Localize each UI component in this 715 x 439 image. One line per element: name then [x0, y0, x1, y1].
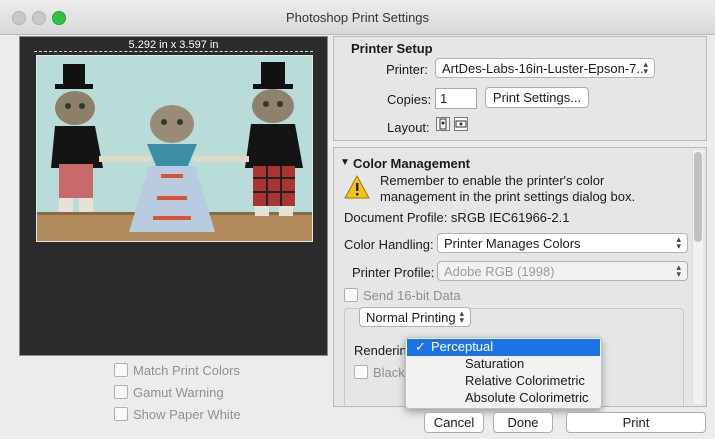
updown-arrows-icon: ▴ ▾ — [676, 262, 681, 279]
preview-image — [36, 55, 313, 242]
updown-arrows-icon: ▴ ▾ — [459, 308, 464, 325]
color-management-heading: Color Management — [353, 156, 471, 171]
updown-arrows-icon: ▴ ▾ — [643, 59, 648, 76]
menu-item-absolute-colorimetric[interactable]: Absolute Colorimetric — [407, 390, 600, 407]
landscape-layout-icon[interactable] — [454, 117, 468, 131]
checkmark-icon: ✓ — [415, 339, 426, 354]
paper-edge-marker — [34, 51, 313, 52]
done-button[interactable]: Done — [493, 412, 553, 433]
printer-select-value: ArtDes-Labs-16in-Luster-Epson-7... — [442, 61, 648, 76]
gamut-warning-checkbox[interactable]: Gamut Warning — [114, 385, 224, 400]
printer-profile-value: Adobe RGB (1998) — [444, 264, 555, 279]
print-preview: 5.292 in x 3.597 in — [19, 36, 328, 356]
printer-profile-select: Adobe RGB (1998) ▴ ▾ — [437, 261, 688, 281]
menu-item-label: Perceptual — [431, 339, 494, 354]
printer-profile-label: Printer Profile: — [352, 265, 435, 280]
color-management-scrollbar[interactable] — [692, 150, 703, 404]
disclosure-triangle-icon[interactable]: ▼ — [340, 157, 350, 168]
portrait-layout-icon[interactable] — [436, 117, 450, 131]
print-button[interactable]: Print — [566, 412, 706, 433]
match-print-colors-label: Match Print Colors — [133, 363, 240, 378]
checkbox-box[interactable] — [114, 363, 128, 377]
printer-setup-panel: Printer Setup Printer: ArtDes-Labs-16in-… — [333, 36, 707, 141]
match-print-colors-checkbox[interactable]: Match Print Colors — [114, 363, 240, 378]
send-16bit-checkbox: Send 16-bit Data — [344, 288, 461, 303]
rendering-intent-menu[interactable]: ✓ Perceptual Saturation Relative Colorim… — [405, 337, 602, 409]
show-paper-white-label: Show Paper White — [133, 407, 241, 422]
layout-label: Layout: — [387, 120, 430, 135]
cancel-button[interactable]: Cancel — [424, 412, 484, 433]
document-profile: Document Profile: sRGB IEC61966-2.1 — [344, 210, 570, 225]
printer-label: Printer: — [386, 62, 428, 77]
print-settings-button[interactable]: Print Settings... — [485, 87, 589, 108]
menu-item-perceptual[interactable]: ✓ Perceptual — [407, 339, 600, 356]
color-handling-value: Printer Manages Colors — [444, 236, 581, 251]
color-handling-select[interactable]: Printer Manages Colors ▴ ▾ — [437, 233, 688, 253]
checkbox-box[interactable] — [114, 385, 128, 399]
copies-field[interactable]: 1 — [435, 88, 477, 109]
color-handling-label: Color Handling: — [344, 237, 434, 252]
warning-line-1: Remember to enable the printer's color — [380, 173, 605, 188]
warning-line-2: management in the print settings dialog … — [380, 189, 636, 204]
normal-printing-select[interactable]: Normal Printing ▴ ▾ — [359, 307, 471, 327]
preview-dimensions: 5.292 in x 3.597 in — [128, 39, 219, 51]
checkbox-box — [354, 365, 368, 379]
send-16bit-label: Send 16-bit Data — [363, 288, 461, 303]
warning-triangle-icon — [344, 175, 370, 199]
printer-select[interactable]: ArtDes-Labs-16in-Luster-Epson-7... ▴ ▾ — [435, 58, 655, 78]
show-paper-white-checkbox[interactable]: Show Paper White — [114, 407, 241, 422]
kittens-photo — [37, 56, 312, 241]
updown-arrows-icon: ▴ ▾ — [676, 234, 681, 251]
normal-printing-value: Normal Printing — [366, 310, 456, 325]
printer-setup-heading: Printer Setup — [351, 41, 433, 56]
menu-item-saturation[interactable]: Saturation — [407, 356, 600, 373]
checkbox-box — [344, 288, 358, 302]
window-title: Photoshop Print Settings — [285, 10, 430, 25]
scrollbar-thumb[interactable] — [694, 152, 702, 242]
menu-item-relative-colorimetric[interactable]: Relative Colorimetric — [407, 373, 600, 390]
copies-label: Copies: — [387, 92, 432, 107]
title-bar: Photoshop Print Settings — [0, 0, 715, 35]
checkbox-box[interactable] — [114, 407, 128, 421]
gamut-warning-label: Gamut Warning — [133, 385, 224, 400]
